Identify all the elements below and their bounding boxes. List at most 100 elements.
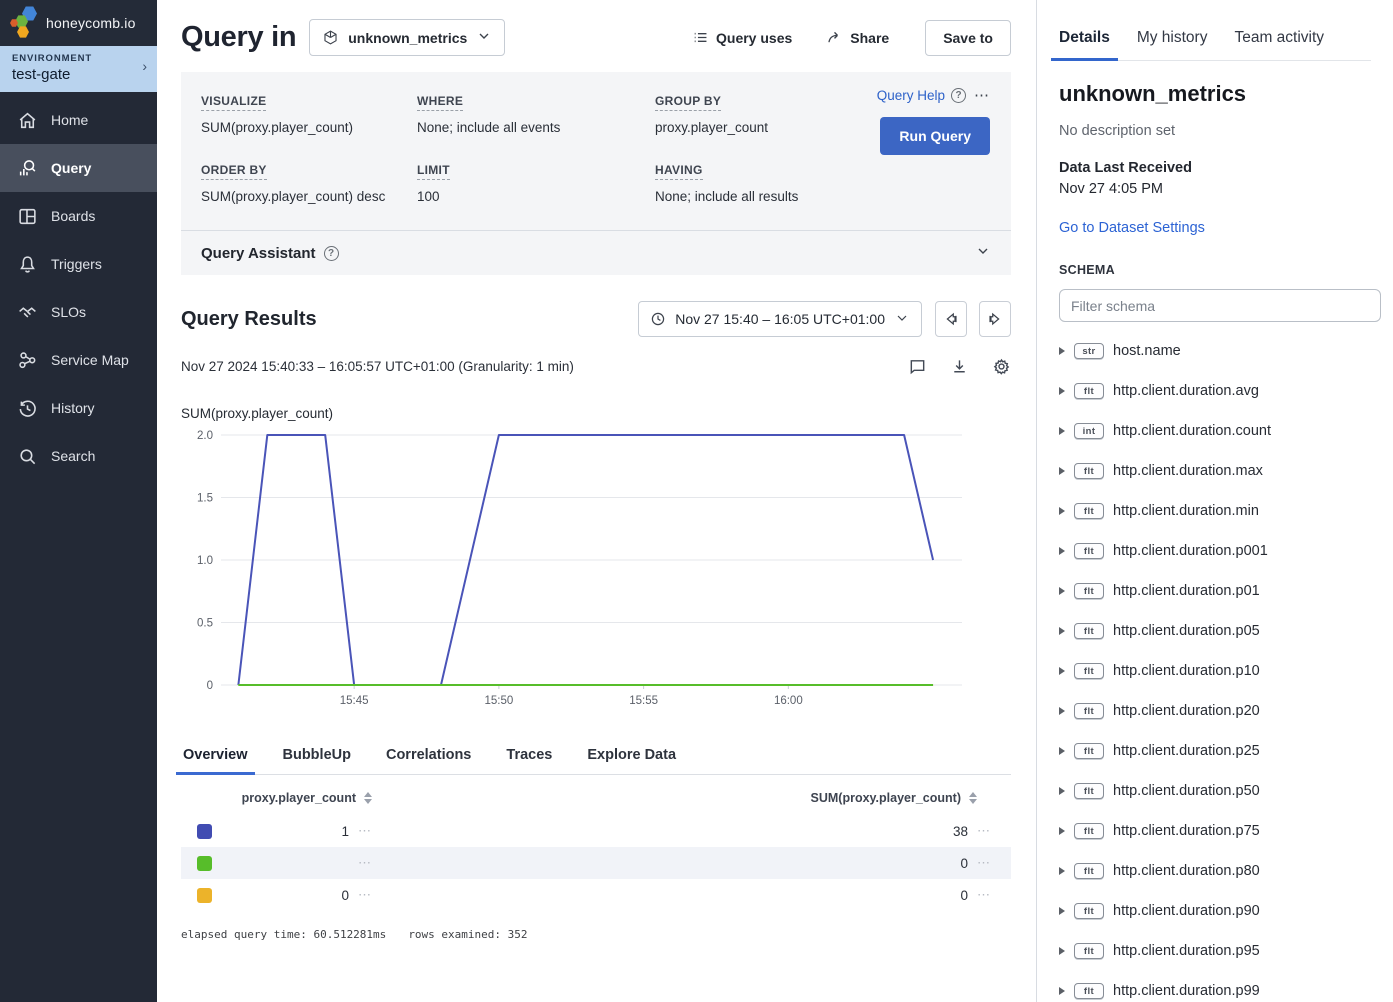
caret-right-icon[interactable]	[1059, 787, 1065, 795]
clause-label[interactable]: WHERE	[417, 94, 463, 111]
clause-label[interactable]: HAVING	[655, 163, 703, 180]
sort-icon[interactable]	[364, 792, 372, 804]
caret-right-icon[interactable]	[1059, 747, 1065, 755]
query-clause[interactable]: LIMIT 100	[417, 161, 655, 204]
sidebar-item[interactable]: Boards	[0, 192, 157, 240]
clause-value[interactable]: proxy.player_count	[655, 120, 831, 135]
details-tab[interactable]: Details	[1059, 29, 1110, 60]
row-menu-icon[interactable]: ⋯	[977, 855, 1002, 871]
caret-right-icon[interactable]	[1059, 907, 1065, 915]
sum-column-header[interactable]: SUM(proxy.player_count)	[811, 791, 962, 805]
chevron-down-icon[interactable]	[975, 243, 991, 264]
caret-right-icon[interactable]	[1059, 947, 1065, 955]
sidebar-item[interactable]: History	[0, 384, 157, 432]
schema-field-row[interactable]: flt http.client.duration.p001	[1059, 531, 1371, 571]
caret-right-icon[interactable]	[1059, 387, 1065, 395]
query-clause[interactable]: HAVING None; include all results	[655, 161, 831, 204]
sidebar-item[interactable]: Service Map	[0, 336, 157, 384]
run-query-button[interactable]: Run Query	[880, 117, 990, 155]
clause-label[interactable]: ORDER BY	[201, 163, 267, 180]
clause-value[interactable]: 100	[417, 189, 655, 204]
result-tab[interactable]: Overview	[181, 741, 250, 774]
time-range-picker[interactable]: Nov 27 15:40 – 16:05 UTC+01:00	[638, 301, 922, 337]
query-clause[interactable]: GROUP BY proxy.player_count	[655, 92, 831, 135]
caret-right-icon[interactable]	[1059, 867, 1065, 875]
sidebar-item[interactable]: Query	[0, 144, 157, 192]
schema-field-row[interactable]: flt http.client.duration.p01	[1059, 571, 1371, 611]
environment-switcher[interactable]: ENVIRONMENT test-gate ›	[0, 46, 157, 92]
table-row[interactable]: 1 ⋯ 38 ⋯	[181, 815, 1011, 847]
schema-field-row[interactable]: flt http.client.duration.p75	[1059, 811, 1371, 851]
schema-field-row[interactable]: flt http.client.duration.p05	[1059, 611, 1371, 651]
honeycomb-logo[interactable]: honeycomb.io	[0, 0, 157, 46]
query-clause[interactable]: ORDER BY SUM(proxy.player_count) desc	[201, 161, 417, 204]
row-menu-icon[interactable]: ⋯	[358, 823, 383, 839]
caret-right-icon[interactable]	[1059, 547, 1065, 555]
gear-icon[interactable]	[992, 357, 1011, 376]
query-assistant-bar[interactable]: Query Assistant ?	[181, 230, 1011, 275]
schema-field-row[interactable]: flt http.client.duration.p90	[1059, 891, 1371, 931]
schema-field-row[interactable]: flt http.client.duration.avg	[1059, 371, 1371, 411]
caret-right-icon[interactable]	[1059, 467, 1065, 475]
schema-field-row[interactable]: str host.name	[1059, 331, 1371, 371]
schema-field-row[interactable]: flt http.client.duration.p25	[1059, 731, 1371, 771]
query-clause[interactable]: VISUALIZE SUM(proxy.player_count)	[201, 92, 417, 135]
clause-value[interactable]: SUM(proxy.player_count) desc	[201, 189, 417, 204]
details-tab[interactable]: My history	[1137, 29, 1208, 60]
caret-right-icon[interactable]	[1059, 507, 1065, 515]
clause-label[interactable]: LIMIT	[417, 163, 450, 180]
download-icon[interactable]	[950, 357, 969, 376]
result-tab[interactable]: Traces	[504, 741, 554, 774]
caret-right-icon[interactable]	[1059, 587, 1065, 595]
clause-value[interactable]: None; include all results	[655, 189, 831, 204]
line-chart[interactable]: 00.51.01.52.015:4515:5015:5516:00	[181, 427, 986, 715]
time-back-button[interactable]	[935, 301, 967, 337]
row-menu-icon[interactable]: ⋯	[977, 823, 1002, 839]
sort-icon[interactable]	[969, 792, 977, 804]
group-column-header[interactable]: proxy.player_count	[181, 791, 356, 805]
table-row[interactable]: ⋯ 0 ⋯	[181, 847, 1011, 879]
row-menu-icon[interactable]: ⋯	[358, 855, 383, 871]
sidebar-item[interactable]: SLOs	[0, 288, 157, 336]
caret-right-icon[interactable]	[1059, 347, 1065, 355]
caret-right-icon[interactable]	[1059, 627, 1065, 635]
clause-value[interactable]: SUM(proxy.player_count)	[201, 120, 417, 135]
overflow-menu-icon[interactable]: ⋯	[974, 86, 990, 104]
sidebar-item[interactable]: Triggers	[0, 240, 157, 288]
result-tab[interactable]: Correlations	[384, 741, 473, 774]
schema-field-row[interactable]: flt http.client.duration.min	[1059, 491, 1371, 531]
schema-field-row[interactable]: flt http.client.duration.p95	[1059, 931, 1371, 971]
result-tab[interactable]: Explore Data	[585, 741, 678, 774]
schema-field-row[interactable]: flt http.client.duration.p20	[1059, 691, 1371, 731]
schema-filter-input[interactable]	[1059, 289, 1381, 322]
query-help-link[interactable]: Query Help ?	[877, 88, 966, 103]
comment-icon[interactable]	[908, 357, 927, 376]
caret-right-icon[interactable]	[1059, 667, 1065, 675]
table-row[interactable]: 0 ⋯ 0 ⋯	[181, 879, 1011, 911]
result-tab[interactable]: BubbleUp	[281, 741, 353, 774]
query-uses-button[interactable]: Query uses	[692, 29, 792, 46]
schema-field-row[interactable]: flt http.client.duration.p80	[1059, 851, 1371, 891]
schema-field-row[interactable]: flt http.client.duration.p10	[1059, 651, 1371, 691]
row-menu-icon[interactable]: ⋯	[358, 887, 383, 903]
share-button[interactable]: Share	[826, 29, 889, 46]
schema-field-row[interactable]: flt http.client.duration.p50	[1059, 771, 1371, 811]
dataset-selector[interactable]: unknown_metrics	[309, 19, 505, 56]
time-forward-button[interactable]	[979, 301, 1011, 337]
caret-right-icon[interactable]	[1059, 707, 1065, 715]
clause-label[interactable]: GROUP BY	[655, 94, 721, 111]
details-tab[interactable]: Team activity	[1234, 29, 1324, 60]
row-menu-icon[interactable]: ⋯	[977, 887, 1002, 903]
schema-field-row[interactable]: flt http.client.duration.p99	[1059, 971, 1371, 1002]
query-clause[interactable]: WHERE None; include all events	[417, 92, 655, 135]
schema-field-row[interactable]: flt http.client.duration.max	[1059, 451, 1371, 491]
sidebar-item[interactable]: Search	[0, 432, 157, 480]
caret-right-icon[interactable]	[1059, 827, 1065, 835]
caret-right-icon[interactable]	[1059, 987, 1065, 995]
caret-right-icon[interactable]	[1059, 427, 1065, 435]
clause-value[interactable]: None; include all events	[417, 120, 655, 135]
sidebar-item[interactable]: Home	[0, 96, 157, 144]
save-to-button[interactable]: Save to	[925, 20, 1011, 56]
dataset-settings-link[interactable]: Go to Dataset Settings	[1059, 220, 1371, 236]
clause-label[interactable]: VISUALIZE	[201, 94, 266, 111]
